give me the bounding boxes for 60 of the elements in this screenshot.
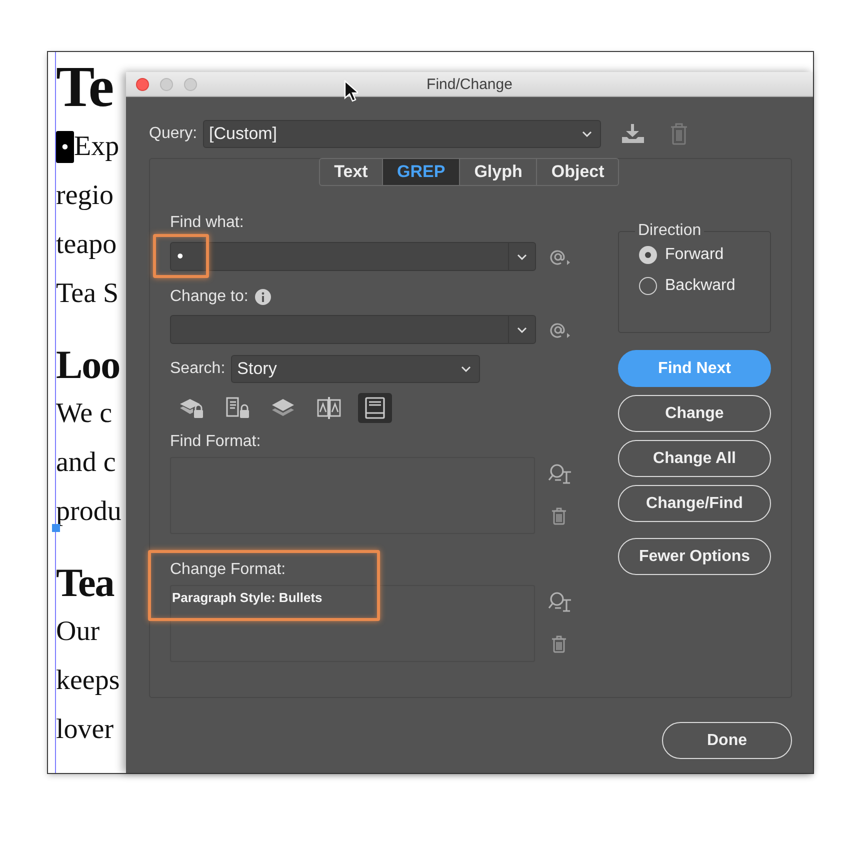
body-text: teapo [56,228,118,262]
dialog-button[interactable]: Fewer Options [618,538,771,575]
heading-text: Loo [56,341,121,389]
dialog-button[interactable]: Change [618,395,771,432]
heading-text: Tea [56,559,116,607]
format-text: Paragraph Style: Bullets [172,590,322,605]
option-toggle[interactable] [358,393,392,423]
trash-icon[interactable] [551,635,567,653]
body-text: regio [56,179,115,213]
heading-text: Te [56,53,114,121]
field-label: Find Format: [170,433,262,451]
bullet-character: • [56,130,74,162]
caret-icon [461,366,472,372]
caret-icon [517,326,527,332]
tab[interactable]: GREP [383,158,460,186]
body-text: We c [56,397,114,431]
tab[interactable]: Object [537,158,620,186]
body-text: lover [56,713,115,747]
body-text: Our [56,615,101,649]
radio-button[interactable] [639,246,657,264]
field-label: Change Format: [170,561,287,579]
document-lock-icon [224,396,250,420]
pointer-cursor-icon [344,80,358,102]
body-text: Exp [74,130,120,164]
document-icon [362,396,388,420]
find-what-field[interactable]: • [170,242,536,271]
magnifier-icon[interactable] [548,463,572,485]
caret-icon [517,254,527,260]
radio-button[interactable] [639,277,657,295]
change-format-box[interactable]: Paragraph Style: Bullets [170,585,535,662]
body-text: Tea S [56,277,120,311]
search-dropdown[interactable]: Story [231,355,480,383]
save-icon[interactable] [621,124,646,144]
body-text: and c [56,446,117,480]
radio-label: Forward [665,246,724,264]
query-label: Query: [149,125,198,143]
field-label: Search: [170,360,226,378]
layers-lock-icon [178,396,204,420]
body-text: keeps [56,664,121,698]
done-button[interactable]: Done [662,722,792,759]
field-label: Find what: [170,214,245,232]
window-title: Find/Change [426,76,512,92]
trash-icon[interactable] [669,122,690,146]
change-to-field[interactable] [170,315,536,344]
field-label: Change to: [170,288,248,306]
close-button[interactable] [136,78,149,90]
dialog-button[interactable]: Change/Find [618,485,771,522]
tab[interactable]: Text [319,158,383,186]
info-icon [255,289,272,305]
tab[interactable]: Glyph [460,158,538,186]
dialog-button[interactable]: Change All [618,440,771,477]
magnifier-icon[interactable] [548,591,572,613]
radio-label: Backward [665,277,736,295]
open-book-icon [316,396,342,420]
body-text: produ [56,495,122,529]
frame-handle[interactable] [52,524,60,532]
group-label: Direction [637,222,702,240]
trash-icon[interactable] [551,507,567,525]
caret-icon [582,131,592,137]
query-dropdown[interactable]: [Custom] [203,120,602,148]
